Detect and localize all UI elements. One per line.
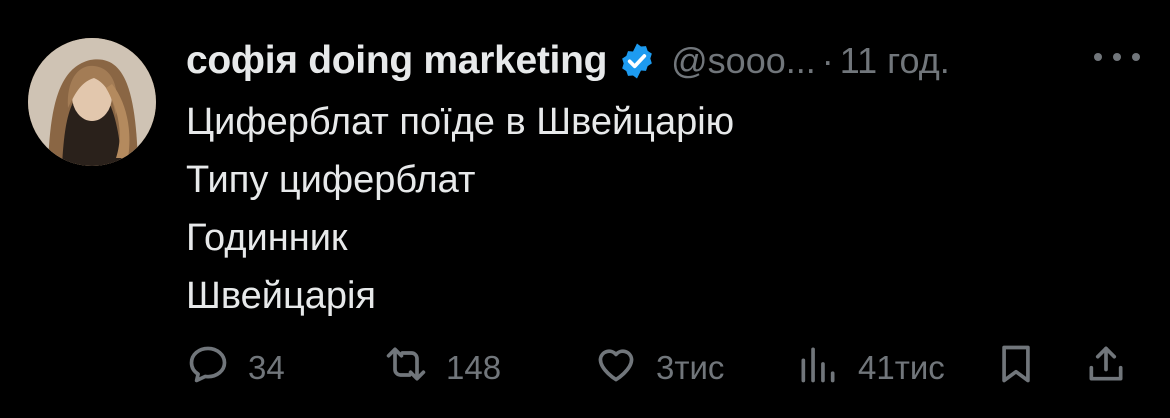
retweet-count: 148 [446,349,502,386]
retweet-icon [384,342,428,394]
tweet-text: Циферблат поїде в Швейцарію Типу цифербл… [186,93,734,325]
tweet-line: Циферблат поїде в Швейцарію [186,101,735,143]
separator-dot: · [821,40,834,81]
action-bar: 34 148 3тис 41тис [186,344,1142,392]
reply-count: 34 [248,349,285,386]
avatar[interactable] [28,38,156,166]
more-dot [1094,53,1102,61]
share-button[interactable] [1084,344,1128,392]
more-dot [1113,53,1121,61]
views-icon [796,342,840,394]
views-count: 41тис [858,349,945,386]
like-button[interactable]: 3тис [594,344,724,392]
tweet-line: Годинник [186,217,348,259]
tweet-line: Типу циферблат [186,159,476,201]
bookmark-icon [994,342,1038,394]
verified-badge-icon [617,41,657,81]
tweet-line: Швейцарія [186,275,376,317]
more-options-icon[interactable] [1094,40,1140,74]
tweet-header: софія doing marketing @sooo... · 11 год. [186,36,1140,86]
more-dot [1132,53,1140,61]
retweet-button[interactable]: 148 [384,344,501,392]
like-count: 3тис [656,349,725,386]
tweet-timestamp[interactable]: 11 год. [840,40,950,82]
heart-icon [594,342,638,394]
reply-icon [186,342,230,394]
views-button[interactable]: 41тис [796,344,945,392]
author-name[interactable]: софія doing marketing [186,39,607,83]
share-icon [1084,342,1128,394]
bookmark-button[interactable] [994,344,1038,392]
reply-button[interactable]: 34 [186,344,285,392]
author-handle[interactable]: @sooo... [671,40,816,82]
